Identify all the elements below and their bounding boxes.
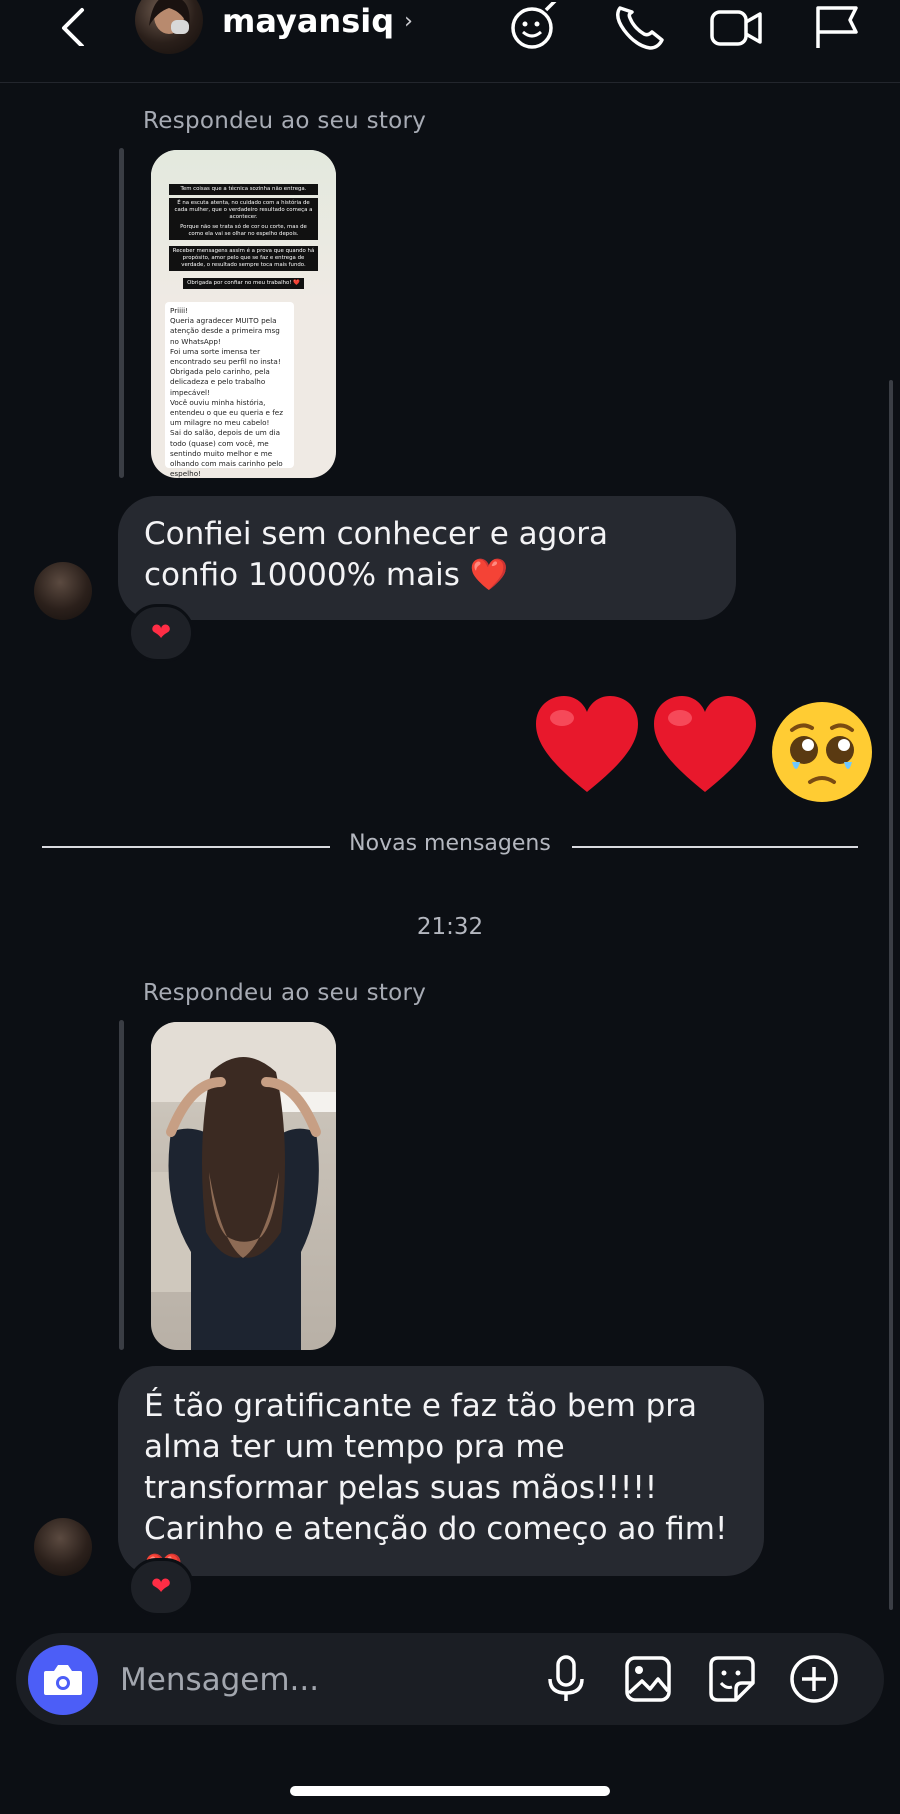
chat-username[interactable]: mayansiq › (222, 2, 413, 40)
camera-button[interactable] (28, 1645, 98, 1715)
phone-call-icon[interactable] (612, 2, 668, 52)
reply-quote-bar (119, 1020, 124, 1350)
story-whatsapp-message: Priiii! Queria agradecer MUITO pela aten… (165, 302, 294, 478)
chevron-right-icon: › (404, 9, 413, 34)
username-text: mayansiq (222, 2, 395, 40)
microphone-icon[interactable] (540, 1653, 592, 1705)
story-thumbnail-testimonial[interactable]: Tem coisas que a técnica sozinha não ent… (151, 150, 336, 478)
message-composer (16, 1633, 884, 1725)
video-call-icon[interactable] (708, 2, 764, 52)
scrollbar[interactable] (889, 380, 893, 1610)
reply-quote-bar (119, 148, 124, 478)
divider-line-right (572, 846, 858, 848)
story-text-line: É na escuta atenta, no cuidado com a his… (169, 198, 318, 223)
message-timestamp: 21:32 (416, 914, 484, 940)
message-text: É tão gratificante e faz tão bem pra alm… (144, 1388, 728, 1588)
heart-reaction[interactable]: ❤ (128, 1558, 194, 1616)
flag-icon[interactable] (812, 2, 868, 52)
heart-reaction[interactable]: ❤ (128, 604, 194, 662)
chat-header: mayansiq › (0, 0, 900, 83)
sticker-effects-icon[interactable] (508, 2, 564, 52)
story-text-line: Tem coisas que a técnica sozinha não ent… (169, 184, 318, 195)
sender-avatar[interactable] (34, 562, 92, 620)
home-indicator[interactable] (290, 1786, 610, 1796)
pleading-face-emoji[interactable] (770, 700, 874, 804)
received-message-bubble[interactable]: Confiei sem conhecer e agora confio 1000… (118, 496, 736, 620)
sticker-icon[interactable] (706, 1653, 758, 1705)
gallery-icon[interactable] (622, 1653, 674, 1705)
story-thumbnail-hair-photo[interactable] (151, 1022, 336, 1350)
sender-avatar[interactable] (34, 1518, 92, 1576)
red-heart-emoji[interactable] (532, 692, 642, 802)
story-text-line: Obrigada por confiar no meu trabalho! ❤️ (183, 278, 304, 289)
story-text-line: Porque não se trata só de cor ou corte, … (169, 222, 318, 240)
story-reply-label: Respondeu ao seu story (143, 108, 427, 134)
new-messages-divider: Novas mensagens (349, 831, 551, 856)
red-heart-emoji[interactable] (650, 692, 760, 802)
header-avatar[interactable] (135, 0, 203, 54)
plus-icon[interactable] (788, 1653, 840, 1705)
message-text: Confiei sem conhecer e agora confio 1000… (144, 516, 609, 593)
story-reply-label: Respondeu ao seu story (143, 980, 427, 1006)
story-text-line: Receber mensagens assim é a prova que qu… (169, 246, 318, 271)
divider-line-left (42, 846, 330, 848)
received-message-bubble[interactable]: É tão gratificante e faz tão bem pra alm… (118, 1366, 764, 1588)
back-arrow-icon[interactable] (56, 6, 96, 46)
message-input[interactable] (118, 1653, 502, 1707)
camera-icon (44, 1665, 82, 1695)
